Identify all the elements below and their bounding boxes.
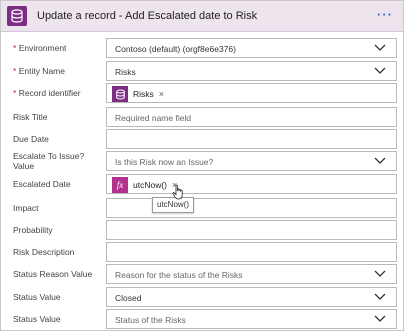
required-marker: * [13, 43, 17, 53]
field-label: Probability [13, 225, 53, 235]
field-row-record-identifier: * Record identifier Risks × [1, 83, 403, 105]
field-row-due-date: Due Date [1, 129, 403, 151]
database-icon [112, 86, 128, 102]
database-icon [7, 6, 27, 26]
chevron-down-icon [374, 293, 386, 300]
escalated-date-input[interactable]: fx utcNow() × [106, 174, 397, 194]
field-value: Contoso (default) (orgf8e6e376) [115, 44, 236, 54]
field-row-status-value-2: Status Value Status of the Risks [1, 309, 403, 330]
status-value-dropdown[interactable]: Closed [106, 287, 397, 307]
risk-description-input[interactable] [106, 242, 397, 262]
dynamic-content-token[interactable]: Risks × [112, 86, 164, 102]
token-label: Risks [133, 89, 154, 99]
field-row-probability: Probability [1, 220, 403, 242]
field-label: * Entity Name [13, 66, 65, 76]
environment-dropdown[interactable]: Contoso (default) (orgf8e6e376) [106, 38, 397, 58]
field-row-entity-name: * Entity Name Risks [1, 61, 403, 83]
field-label: * Environment [13, 43, 67, 53]
action-card: Update a record - Add Escalated date to … [0, 0, 404, 331]
escalate-to-issue-dropdown[interactable]: Is this Risk now an Issue? [106, 151, 397, 171]
field-row-environment: * Environment Contoso (default) (orgf8e6… [1, 38, 403, 60]
field-row-escalated-date: Escalated Date fx utcNow() × [1, 174, 403, 196]
field-label: Status Value [13, 314, 61, 324]
field-placeholder: Is this Risk now an Issue? [115, 157, 214, 167]
risk-title-input[interactable]: Required name field [106, 107, 397, 127]
record-identifier-input[interactable]: Risks × [106, 83, 397, 103]
field-row-escalate-to-issue: Escalate To Issue? Value Is this Risk now… [1, 151, 403, 173]
status-reason-dropdown[interactable]: Reason for the status of the Risks [106, 264, 397, 284]
field-label: Risk Title [13, 112, 48, 122]
field-label: * Record identifier [13, 88, 81, 98]
required-marker: * [13, 88, 17, 98]
field-label: Due Date [13, 134, 49, 144]
probability-input[interactable] [106, 220, 397, 240]
more-options-button[interactable]: ··· [377, 7, 393, 22]
field-label: Risk Description [13, 247, 75, 257]
field-value: Risks [115, 67, 136, 77]
field-label: Escalated Date [13, 179, 71, 189]
field-label: Status Value [13, 292, 61, 302]
field-placeholder: Reason for the status of the Risks [115, 270, 243, 280]
chevron-down-icon [374, 44, 386, 51]
field-label: Impact [13, 203, 39, 213]
field-label: Escalate To Issue? Value [13, 151, 85, 171]
chevron-down-icon [374, 67, 386, 74]
required-marker: * [13, 66, 17, 76]
field-label: Status Reason Value [13, 269, 93, 279]
token-label: utcNow() [133, 180, 168, 190]
fx-icon: fx [112, 177, 128, 193]
field-row-status-value: Status Value Closed [1, 287, 403, 309]
entity-name-dropdown[interactable]: Risks [106, 61, 397, 81]
chevron-down-icon [374, 270, 386, 277]
field-value: Closed [115, 293, 142, 303]
field-row-status-reason: Status Reason Value Reason for the statu… [1, 264, 403, 286]
chevron-down-icon [374, 315, 386, 322]
action-title: Update a record - Add Escalated date to … [37, 10, 258, 22]
action-header[interactable]: Update a record - Add Escalated date to … [1, 1, 403, 32]
status-dropdown[interactable]: Status of the Risks [106, 309, 397, 329]
expression-token[interactable]: fx utcNow() × [112, 177, 177, 193]
field-row-risk-description: Risk Description [1, 242, 403, 264]
field-placeholder: Required name field [115, 113, 192, 123]
impact-input[interactable] [106, 198, 397, 218]
field-placeholder: Status of the Risks [115, 315, 186, 325]
remove-token-button[interactable]: × [159, 89, 164, 99]
field-row-impact: Impact [1, 198, 403, 220]
hand-cursor-icon [172, 184, 183, 200]
field-row-risk-title: Risk Title Required name field [1, 107, 403, 129]
chevron-down-icon [374, 157, 386, 164]
due-date-input[interactable] [106, 129, 397, 149]
